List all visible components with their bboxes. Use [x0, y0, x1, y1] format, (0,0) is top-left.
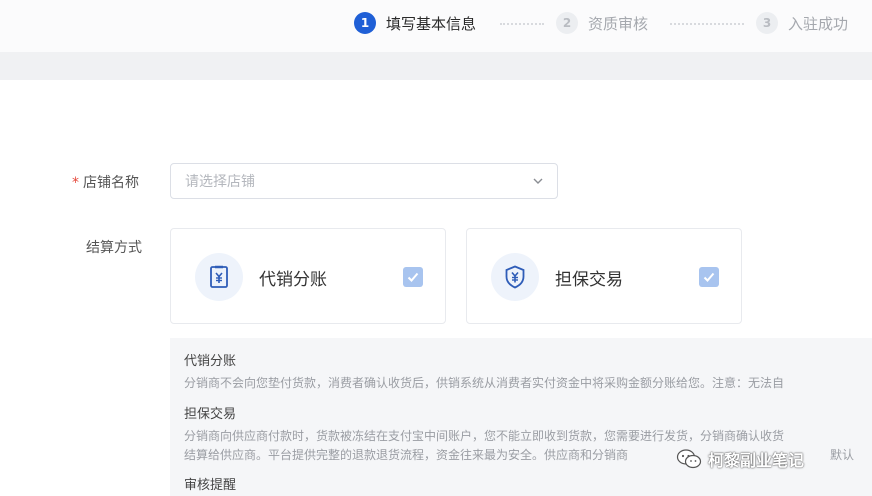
guarantee-checkbox[interactable]	[699, 267, 719, 287]
step-fill-info: 1 填写基本信息	[354, 12, 476, 34]
info-heading-review: 审核提醒	[184, 478, 237, 493]
info-text-guarantee-line2-tail: 默认	[830, 448, 855, 462]
shield-yuan-icon	[491, 253, 539, 301]
section-divider	[0, 52, 872, 80]
info-heading-consignment: 代销分账	[184, 354, 237, 369]
watermark: 柯黎副业笔记	[676, 446, 804, 472]
step-connector-1	[500, 23, 544, 25]
settlement-label: 结算方式	[86, 240, 142, 256]
step-label-2: 资质审核	[588, 14, 649, 33]
check-icon	[407, 272, 419, 282]
steps-bar: 1 填写基本信息 2 资质审核 3 入驻成功	[0, 0, 872, 52]
guarantee-title: 担保交易	[555, 270, 623, 290]
chevron-down-icon	[533, 178, 543, 184]
step-label-3: 入驻成功	[788, 14, 849, 33]
shop-select[interactable]: 请选择店铺	[170, 163, 558, 199]
info-text-consignment: 分销商不会向您垫付货款，消费者确认收货后，供销系统从消费者实付资金中将采购金额分…	[184, 376, 785, 390]
step-number-2: 2	[556, 12, 578, 34]
shop-name-label-text: 店铺名称	[83, 175, 139, 191]
step-label-1: 填写基本信息	[386, 14, 477, 33]
step-qualification-review: 2 资质审核	[556, 12, 648, 34]
info-heading-guarantee: 担保交易	[184, 407, 237, 422]
step-join-success: 3 入驻成功	[756, 12, 848, 34]
shop-name-label: * 店铺名称	[72, 172, 139, 192]
step-number-1: 1	[354, 12, 376, 34]
consignment-checkbox[interactable]	[403, 267, 423, 287]
settlement-info-panel: 代销分账 分销商不会向您垫付货款，消费者确认收货后，供销系统从消费者实付资金中将…	[170, 338, 872, 496]
wechat-icon	[676, 449, 702, 469]
receipt-yuan-icon	[195, 253, 243, 301]
info-text-guarantee-line2: 结算给供应商。平台提供完整的退款退货流程，资金往来最为安全。供应商和分销商	[184, 448, 629, 462]
settlement-option-guarantee[interactable]: 担保交易	[466, 228, 742, 324]
step-connector-2	[670, 23, 744, 25]
settlement-option-consignment[interactable]: 代销分账	[170, 228, 446, 324]
required-mark: *	[72, 175, 79, 191]
check-icon	[703, 272, 715, 282]
watermark-text: 柯黎副业笔记	[708, 451, 805, 470]
info-text-guarantee-line1: 分销商向供应商付款时，货款被冻结在支付宝中间账户，您不能立即收到货款，您需要进行…	[184, 429, 785, 443]
step-number-3: 3	[756, 12, 778, 34]
consignment-title: 代销分账	[259, 270, 327, 290]
shop-select-placeholder: 请选择店铺	[185, 174, 255, 190]
